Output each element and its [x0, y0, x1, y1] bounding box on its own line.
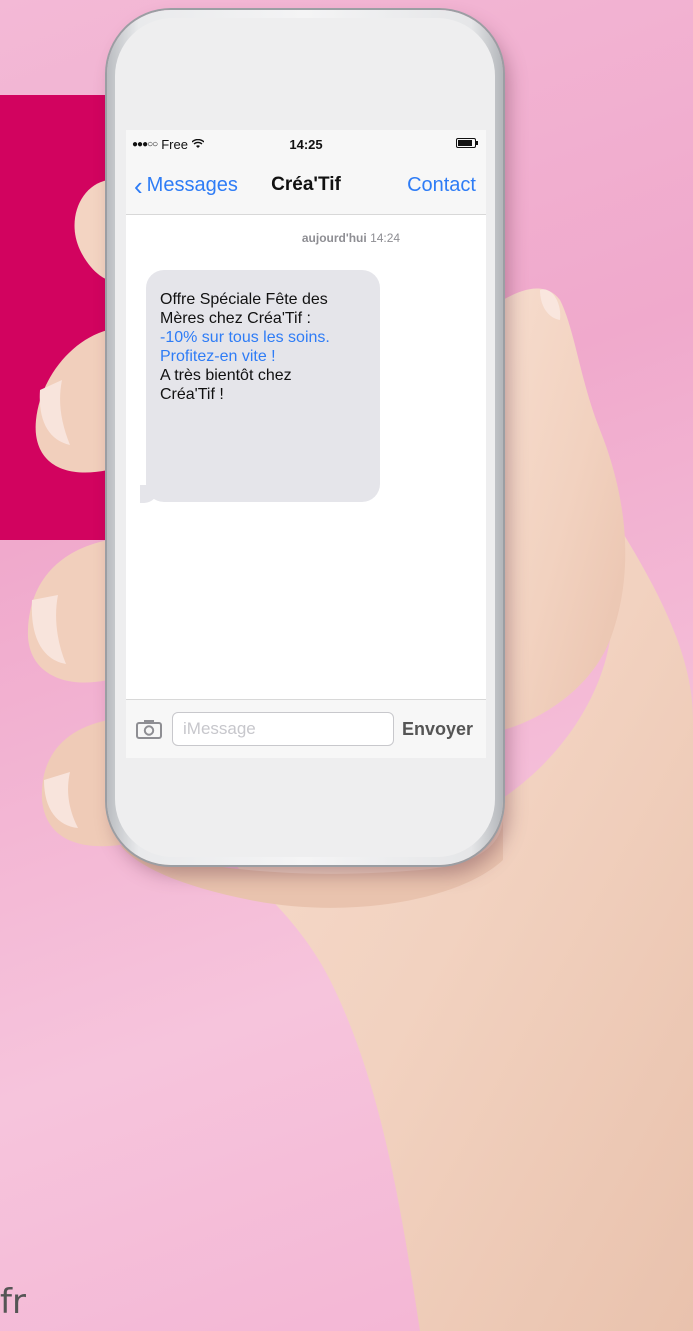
composer-bar: Envoyer — [126, 699, 486, 758]
message-line: Offre Spéciale Fête des — [160, 291, 328, 308]
camera-icon[interactable] — [136, 719, 162, 739]
message-line: Mères chez Créa'Tif : — [160, 310, 311, 327]
send-button[interactable]: Envoyer — [402, 719, 473, 740]
message-input[interactable] — [172, 712, 394, 746]
contact-button[interactable]: Contact — [407, 174, 476, 197]
message-link-line[interactable]: Profitez-en vite ! — [160, 347, 366, 366]
timestamp-day: aujourd'hui — [301, 231, 367, 245]
message-timestamp: aujourd'hui 14:24 — [126, 231, 486, 245]
message-line: A très bientôt chez — [160, 367, 292, 384]
messages-screen: ●●●○○ Free 14:25 ‹ Messages Créa'Tif Con… — [126, 130, 486, 758]
navigation-bar: ‹ Messages Créa'Tif Contact — [126, 158, 486, 215]
message-line: Créa'Tif ! — [160, 386, 224, 403]
status-bar: ●●●○○ Free 14:25 — [126, 130, 486, 158]
battery-icon — [456, 138, 478, 148]
message-link-line[interactable]: -10% sur tous les soins. — [160, 328, 366, 347]
status-time: 14:25 — [289, 136, 323, 152]
received-message-bubble[interactable]: Offre Spéciale Fête des Mères chez Créa'… — [146, 270, 380, 502]
timestamp-time: 14:24 — [370, 231, 401, 245]
